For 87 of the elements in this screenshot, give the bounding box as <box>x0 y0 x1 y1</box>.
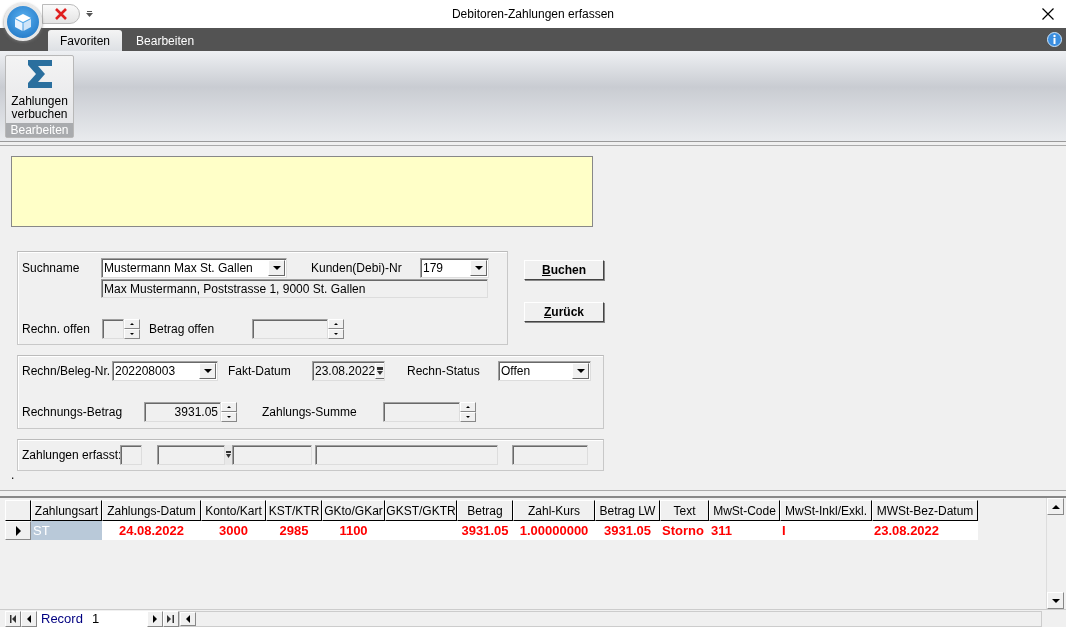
ribbon-button[interactable]: Zahlungen verbuchen <box>6 56 73 123</box>
field-label: Fakt-Datum <box>228 364 292 378</box>
column-header[interactable]: GKST/GKTR <box>385 500 457 521</box>
column-header[interactable]: GKto/GKar <box>322 500 385 521</box>
column-header[interactable]: Text <box>660 500 709 521</box>
first-record-button[interactable] <box>5 610 21 627</box>
search-name-combo[interactable]: Mustermann Max St. Gallen <box>101 258 287 278</box>
ribbon-tab[interactable]: Bearbeiten <box>124 31 207 51</box>
spin-buttons[interactable] <box>221 402 237 422</box>
field-label: Rechn/Beleg-Nr. <box>22 364 112 378</box>
input-field[interactable] <box>120 445 142 465</box>
first-icon <box>9 614 17 623</box>
spin-buttons[interactable] <box>124 319 140 339</box>
field-label: Betrag offen <box>149 322 216 336</box>
column-header[interactable]: MwSt-Inkl/Exkl. <box>780 500 872 521</box>
ribbon-tab[interactable]: Favoriten <box>48 30 123 51</box>
column-header[interactable]: MWSt-Bez-Datum <box>872 500 978 521</box>
record-number-field[interactable]: 1 <box>88 610 147 627</box>
field-label: Zahlungs-Summe <box>262 405 358 419</box>
column-header[interactable]: Konto/Kart <box>201 500 266 521</box>
column-header[interactable]: Betrag LW <box>595 500 660 521</box>
current-row-icon <box>15 525 21 536</box>
dropdown-arrow-icon <box>272 266 281 270</box>
column-header[interactable]: Zahlungsart <box>31 500 102 521</box>
column-header[interactable]: Zahl-Kurs <box>513 500 595 521</box>
cube-icon <box>13 12 33 32</box>
column-header[interactable]: KST/KTR <box>266 500 322 521</box>
column-header[interactable]: MwSt-Code <box>709 500 780 521</box>
field-label: Rechnungs-Betrag <box>22 405 124 419</box>
scroll-up-icon <box>1051 504 1060 509</box>
input-field[interactable] <box>157 445 225 465</box>
field-label: Zahlungen erfasst: <box>22 448 120 462</box>
sigma-icon <box>26 59 53 89</box>
close-icon <box>1042 8 1054 20</box>
table-cell: 311 <box>709 521 780 540</box>
field-label: Rechn-Status <box>407 364 481 378</box>
table-cell: 3931.05 <box>457 521 513 540</box>
horizontal-scrollbar[interactable] <box>178 610 1042 627</box>
next-icon <box>152 614 157 623</box>
vertical-scrollbar[interactable] <box>1046 498 1063 609</box>
table-cell: 2985 <box>266 521 322 540</box>
close-icon <box>54 7 68 21</box>
table-cell: 1100 <box>322 521 385 540</box>
column-header[interactable]: Betrag <box>457 500 513 521</box>
invoice-status-combo[interactable]: Offen <box>498 361 591 381</box>
input-field[interactable] <box>315 445 498 465</box>
command-button[interactable]: Zurück <box>524 302 604 322</box>
table-cell: 24.08.2022 <box>102 521 201 540</box>
spin-buttons[interactable] <box>328 319 344 339</box>
customize-toolbar-icon[interactable] <box>86 10 93 18</box>
previous-record-button[interactable] <box>21 610 37 627</box>
info-icon[interactable] <box>1047 32 1062 47</box>
table-cell: I <box>780 521 872 540</box>
close-button[interactable] <box>1040 6 1056 22</box>
table-cell: ST <box>31 521 102 540</box>
table-cell: 3931.05 <box>595 521 660 540</box>
customer-number-combo[interactable]: 179 <box>420 258 489 278</box>
scroll-left-icon <box>185 614 190 623</box>
scroll-down-icon <box>1051 598 1060 603</box>
field-label: Suchname <box>22 261 81 275</box>
table-cell: Storno <box>660 521 709 540</box>
invoice-number-combo[interactable]: 202208003 <box>112 361 218 381</box>
table-cell: 3000 <box>201 521 266 540</box>
spin-buttons[interactable] <box>460 402 476 422</box>
input-field[interactable] <box>232 445 312 465</box>
column-header[interactable]: Zahlungs-Datum <box>102 500 201 521</box>
input-field[interactable] <box>512 445 588 465</box>
command-button[interactable]: Buchen <box>524 260 604 280</box>
calendar-drop-icon[interactable] <box>225 445 232 465</box>
status-text: . <box>11 471 16 479</box>
window-title: Debitoren-Zahlungen erfassen <box>451 7 615 21</box>
table-cell: 23.08.2022 <box>872 521 978 540</box>
record-label: Record <box>37 610 89 627</box>
dropdown-arrow-icon <box>474 266 483 270</box>
last-icon <box>167 614 175 623</box>
calendar-drop-icon <box>377 367 384 375</box>
previous-icon <box>27 614 31 623</box>
dropdown-arrow-icon <box>203 369 212 373</box>
field-label: Rechn. offen <box>22 322 91 336</box>
app-menu-button[interactable] <box>4 3 42 41</box>
row-header-corner <box>5 500 31 521</box>
field-label: Kunden(Debi)-Nr <box>311 261 403 275</box>
close-quick-button[interactable] <box>42 4 80 24</box>
dropdown-arrow-icon <box>576 369 585 373</box>
table-cell: 1.00000000 <box>513 521 595 540</box>
row-header[interactable] <box>5 521 31 540</box>
ribbon-group-label: Bearbeiten <box>6 123 73 137</box>
